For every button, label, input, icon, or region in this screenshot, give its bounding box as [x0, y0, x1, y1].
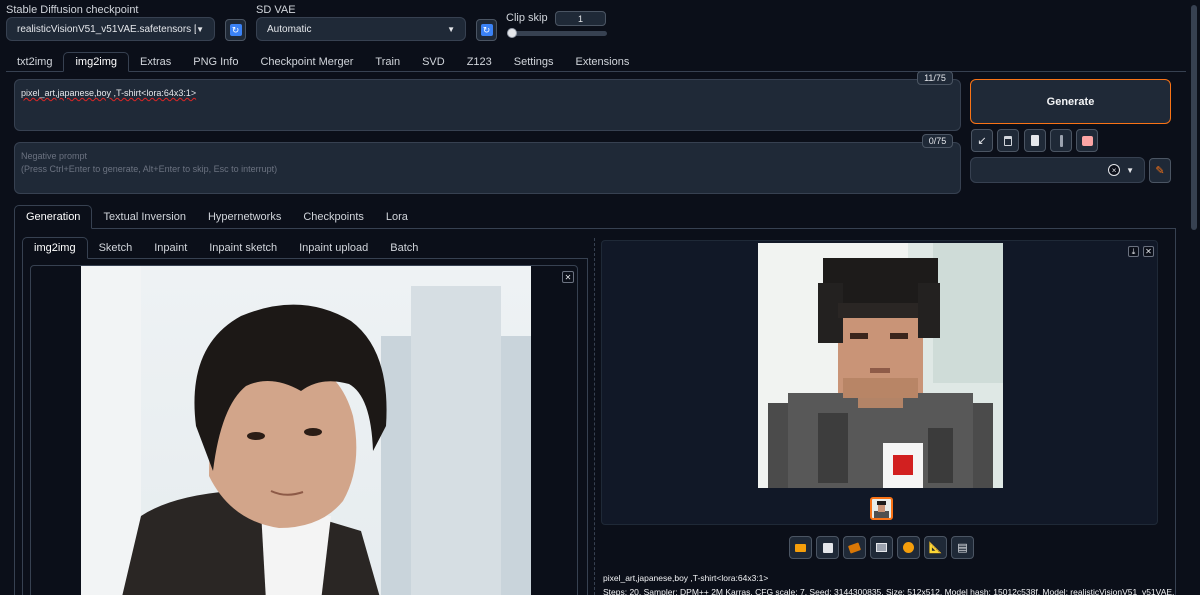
slider-handle[interactable]	[507, 28, 517, 38]
chevron-down-icon: ▼	[196, 24, 204, 34]
clipboard-icon	[1031, 135, 1039, 146]
picture-icon	[876, 543, 887, 552]
save-style-button[interactable]	[1076, 129, 1098, 152]
tab-mode-inpaint-sketch[interactable]: Inpaint sketch	[198, 237, 288, 259]
negative-token-counter: 0/75	[922, 134, 953, 148]
vae-label: SD VAE	[256, 4, 296, 16]
ruler-icon: 📐	[928, 542, 943, 554]
download-icon[interactable]: ⤓	[1128, 246, 1139, 257]
tab-mode-img2img[interactable]: img2img	[22, 237, 88, 259]
thumbnail-image	[874, 501, 889, 518]
trash-icon	[1004, 135, 1012, 146]
page-scrollbar[interactable]	[1188, 0, 1200, 595]
negative-prompt-placeholder: Negative prompt	[21, 151, 88, 161]
folder-icon	[795, 543, 806, 552]
settings-tab-bar: Generation Textual Inversion Hypernetwor…	[14, 205, 419, 229]
floppy-icon	[822, 542, 833, 553]
input-photo	[81, 266, 531, 595]
open-folder-button[interactable]	[789, 536, 812, 559]
portrait-photo	[81, 266, 531, 595]
tab-textual-inversion[interactable]: Textual Inversion	[92, 205, 197, 229]
archive-icon	[847, 541, 862, 554]
film-icon: ▤	[957, 542, 968, 554]
tab-svd[interactable]: SVD	[411, 52, 456, 72]
read-params-button[interactable]: ↙	[971, 129, 993, 152]
generation-info-prompt: pixel_art,japanese,boy ,T-shirt<lora:64x…	[603, 573, 769, 583]
palette-icon	[903, 542, 914, 553]
chevron-down-icon: ▼	[447, 24, 455, 34]
pencil-icon: ✎	[1155, 165, 1165, 177]
cards-icon	[1059, 134, 1063, 147]
clear-image-icon[interactable]: ✕	[562, 271, 574, 283]
tab-settings[interactable]: Settings	[503, 52, 565, 72]
zip-button[interactable]	[843, 536, 866, 559]
extra-networks-button[interactable]	[1050, 129, 1072, 152]
checkpoint-value: realisticVisionV51_v51VAE.safetensors [1…	[17, 23, 196, 35]
generate-button[interactable]: Generate	[970, 79, 1171, 124]
clip-skip-label: Clip skip	[506, 12, 548, 24]
chevron-down-icon: ▼	[1126, 165, 1134, 175]
img2img-mode-tab-bar: img2img Sketch Inpaint Inpaint sketch In…	[22, 237, 429, 259]
tab-checkpoints[interactable]: Checkpoints	[292, 205, 375, 229]
scrollbar-thumb[interactable]	[1191, 5, 1197, 230]
output-image[interactable]	[758, 243, 1003, 488]
styles-dropdown[interactable]: × ▼	[970, 157, 1145, 183]
generation-info-params: Steps: 20, Sampler: DPM++ 2M Karras, CFG…	[603, 587, 1175, 595]
tab-img2img[interactable]: img2img	[63, 52, 130, 72]
clear-prompt-button[interactable]	[997, 129, 1019, 152]
tab-mode-sketch[interactable]: Sketch	[88, 237, 144, 259]
tab-z123[interactable]: Z123	[456, 52, 503, 72]
tab-mode-inpaint[interactable]: Inpaint	[143, 237, 198, 259]
refresh-icon: ↻	[229, 24, 242, 36]
output-gallery	[601, 240, 1158, 525]
tab-lora[interactable]: Lora	[375, 205, 419, 229]
clip-skip-slider[interactable]	[507, 28, 607, 38]
negative-prompt-hint: (Press Ctrl+Enter to generate, Alt+Enter…	[21, 164, 278, 174]
tab-extensions[interactable]: Extensions	[565, 52, 641, 72]
close-icon[interactable]: ✕	[1143, 246, 1154, 257]
checkpoint-refresh-button[interactable]: ↻	[225, 19, 246, 41]
apply-styles-button[interactable]	[1024, 129, 1046, 152]
clip-skip-number-input[interactable]: 1	[555, 11, 606, 26]
save-button[interactable]	[816, 536, 839, 559]
negative-prompt-textarea[interactable]: Negative prompt (Press Ctrl+Enter to gen…	[14, 142, 961, 194]
send-to-extras-button[interactable]: 📐	[924, 536, 947, 559]
tab-generation[interactable]: Generation	[14, 205, 93, 229]
checkpoint-label: Stable Diffusion checkpoint	[6, 4, 139, 16]
vae-dropdown[interactable]: Automatic ▼	[256, 17, 466, 41]
notebook-icon	[1081, 135, 1093, 146]
vae-refresh-button[interactable]: ↻	[476, 19, 497, 41]
output-thumbnail[interactable]	[870, 497, 893, 520]
prompt-token-counter: 11/75	[917, 71, 953, 85]
send-to-svd-button[interactable]: ▤	[951, 536, 974, 559]
send-to-inpaint-button[interactable]	[897, 536, 920, 559]
tab-extras[interactable]: Extras	[129, 52, 182, 72]
edit-styles-button[interactable]: ✎	[1149, 158, 1171, 183]
arrow-icon: ↙	[977, 135, 987, 147]
tab-mode-batch[interactable]: Batch	[379, 237, 429, 259]
tab-txt2img[interactable]: txt2img	[6, 52, 63, 72]
tab-train[interactable]: Train	[364, 52, 411, 72]
tab-checkpoint-merger[interactable]: Checkpoint Merger	[249, 52, 364, 72]
tab-png-info[interactable]: PNG Info	[182, 52, 249, 72]
prompt-textarea[interactable]: pixel_art,japanese,boy ,T-shirt<lora:64x…	[14, 79, 961, 131]
pixel-art-boy	[758, 243, 1003, 488]
send-to-img2img-button[interactable]	[870, 536, 893, 559]
checkpoint-dropdown[interactable]: realisticVisionV51_v51VAE.safetensors [1…	[6, 17, 215, 41]
tab-hypernetworks[interactable]: Hypernetworks	[197, 205, 292, 229]
refresh-icon: ↻	[480, 24, 493, 36]
prompt-text: pixel_art,japanese,boy ,T-shirt<lora:64x…	[21, 88, 197, 98]
vae-value: Automatic	[267, 23, 312, 35]
tab-mode-inpaint-upload[interactable]: Inpaint upload	[288, 237, 379, 259]
clear-styles-icon[interactable]: ×	[1108, 164, 1121, 176]
main-tab-bar: txt2img img2img Extras PNG Info Checkpoi…	[6, 52, 640, 72]
input-image-dropzone[interactable]: ✕	[30, 265, 578, 595]
